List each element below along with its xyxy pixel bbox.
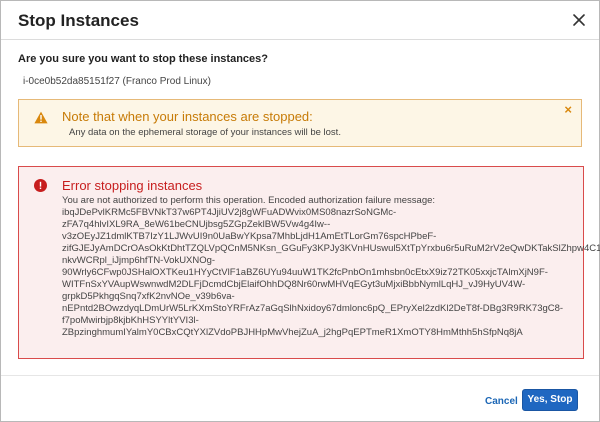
confirmation-question: Are you sure you want to stop these inst… [18, 53, 268, 65]
error-circle-icon [34, 179, 47, 192]
warning-message: Any data on the ephemeral storage of you… [69, 127, 341, 138]
error-title: Error stopping instances [62, 178, 203, 193]
dialog-header: Stop Instances [1, 1, 599, 40]
error-message-line: nkvWCRpl_iJjmp6hfTN-VokUXNOg- [62, 255, 216, 266]
error-message-line: ibqJDePvlKRMc5FBVNkT37w6PT4JjiUV2j8gWFuA… [62, 207, 397, 218]
error-message-line: zFA7q4hlvIXL9RA_8eW61beCNUjbsg5ZGpZeklBW… [62, 219, 331, 230]
dialog-title: Stop Instances [18, 11, 139, 30]
dismiss-warning-icon[interactable]: × [564, 102, 572, 117]
instance-id-label: i-0ce0b52da85151f27 (Franco Prod Linux) [23, 76, 211, 87]
error-message-line: WITFnSxYVAupWswnwdM2DLFjDcmdCbjElaifOhhD… [62, 279, 526, 290]
footer-divider [1, 375, 599, 376]
close-icon[interactable] [571, 12, 587, 28]
error-message-line: grpkD5PkhgqSnq7xfK2nvNOe_v39b6va- [62, 291, 235, 302]
error-message-line: 90Wrly6CFwp0JSHalOXTKeu1HYyCtVlF1aBZ6UYu… [62, 267, 548, 278]
stop-instances-dialog: Stop Instances Are you sure you want to … [0, 0, 600, 422]
warning-alert: Note that when your instances are stoppe… [18, 99, 582, 147]
error-message-line: You are not authorized to perform this o… [62, 195, 436, 206]
error-alert: Error stopping instances You are not aut… [18, 166, 600, 359]
error-message-line: zifGJEJyAmDCrOAsOkKtDhtTZQLVpQCnM5NKsn_G… [62, 243, 600, 254]
cancel-link[interactable]: Cancel [485, 396, 518, 407]
warning-title: Note that when your instances are stoppe… [62, 109, 313, 124]
error-message: You are not authorized to perform this o… [62, 195, 600, 339]
error-message-line: f7poMwirbjp8kjbKhHSYYltYVI3l- [62, 315, 199, 326]
yes-stop-button[interactable]: Yes, Stop [522, 389, 578, 411]
error-message-line: ZBpzinghmumIYalmY0CBxCQtYXlZVdoPBJHHpMwV… [62, 327, 523, 338]
error-message-line: nEPntd2BOwzdyqLDmUrW5LrKXmStoYRFrAz7aGqS… [62, 303, 564, 314]
error-message-line: v3zOEyJZ1dmlKTB7IzY1LJWvUI9n0UaBwYKpsa7M… [62, 231, 437, 242]
warning-triangle-icon [34, 111, 48, 124]
